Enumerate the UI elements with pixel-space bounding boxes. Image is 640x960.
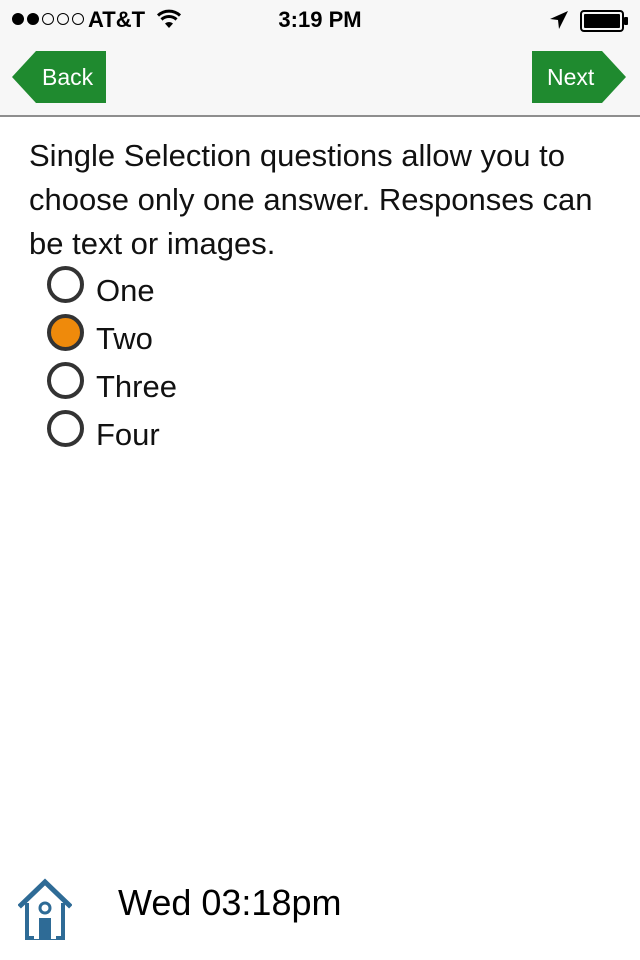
- status-time: 3:19 PM: [278, 7, 362, 32]
- home-icon[interactable]: [18, 878, 72, 942]
- back-button-label: Back: [42, 63, 94, 90]
- radio-button[interactable]: [47, 361, 84, 399]
- screen: AT&T 3:19 PM Back Next Single Selection …: [0, 0, 640, 960]
- question-text: Single Selection questions allow you to …: [29, 138, 593, 261]
- option-label: One: [96, 273, 155, 308]
- next-button-label: Next: [547, 63, 595, 90]
- option-three[interactable]: Three: [47, 360, 177, 408]
- option-two[interactable]: Two: [47, 312, 177, 360]
- top-bar: AT&T 3:19 PM Back Next: [0, 0, 640, 117]
- radio-button[interactable]: [47, 409, 84, 447]
- radio-button[interactable]: [47, 265, 84, 303]
- location-arrow-icon: [550, 11, 568, 29]
- option-label: Three: [96, 369, 177, 404]
- next-button[interactable]: Next: [532, 51, 626, 103]
- option-label: Four: [96, 417, 160, 452]
- option-one[interactable]: One: [47, 264, 177, 312]
- option-four[interactable]: Four: [47, 408, 177, 456]
- radio-button-selected[interactable]: [47, 313, 84, 351]
- battery-icon: [580, 10, 628, 32]
- back-button[interactable]: Back: [12, 51, 106, 103]
- answer-options: One Two Three Four: [47, 264, 177, 456]
- status-bar: AT&T 3:19 PM: [0, 0, 640, 40]
- footer-timestamp: Wed 03:18pm: [118, 882, 342, 923]
- option-label: Two: [96, 321, 153, 356]
